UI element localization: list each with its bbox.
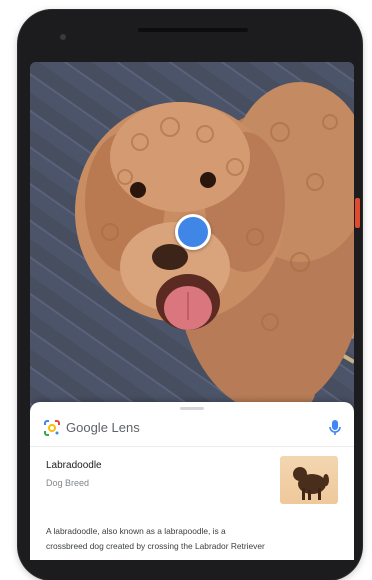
power-button[interactable] [355, 198, 360, 228]
phone-speaker [138, 28, 248, 32]
google-lens-icon [44, 420, 60, 436]
description-line-1: A labradoodle, also known as a labrapood… [46, 526, 226, 536]
result-thumbnail[interactable] [280, 456, 338, 504]
front-camera-icon [60, 34, 66, 40]
sheet-drag-handle[interactable] [180, 407, 204, 410]
lens-header: Google Lens [30, 412, 354, 447]
camera-photo [30, 62, 354, 422]
result-description: A labradoodle, also known as a labrapood… [46, 524, 342, 554]
result-subtitle: Dog Breed [46, 478, 90, 488]
dog-thumbnail-image [293, 467, 329, 500]
result-card[interactable]: Labradoodle Dog Breed [46, 454, 338, 514]
lens-result-sheet: Google Lens Labradoodle Dog Breed A labr… [30, 402, 354, 560]
lens-title-brand: Google [66, 420, 108, 435]
lens-focus-dot[interactable] [175, 214, 211, 250]
phone-screen: Google Lens Labradoodle Dog Breed A labr… [30, 62, 354, 560]
result-title: Labradoodle [46, 460, 102, 471]
lens-title: Google Lens [66, 420, 140, 435]
lens-title-product: Lens [111, 420, 140, 435]
description-line-2: crossbreed dog created by crossing the L… [46, 541, 265, 551]
microphone-icon[interactable] [328, 419, 342, 437]
